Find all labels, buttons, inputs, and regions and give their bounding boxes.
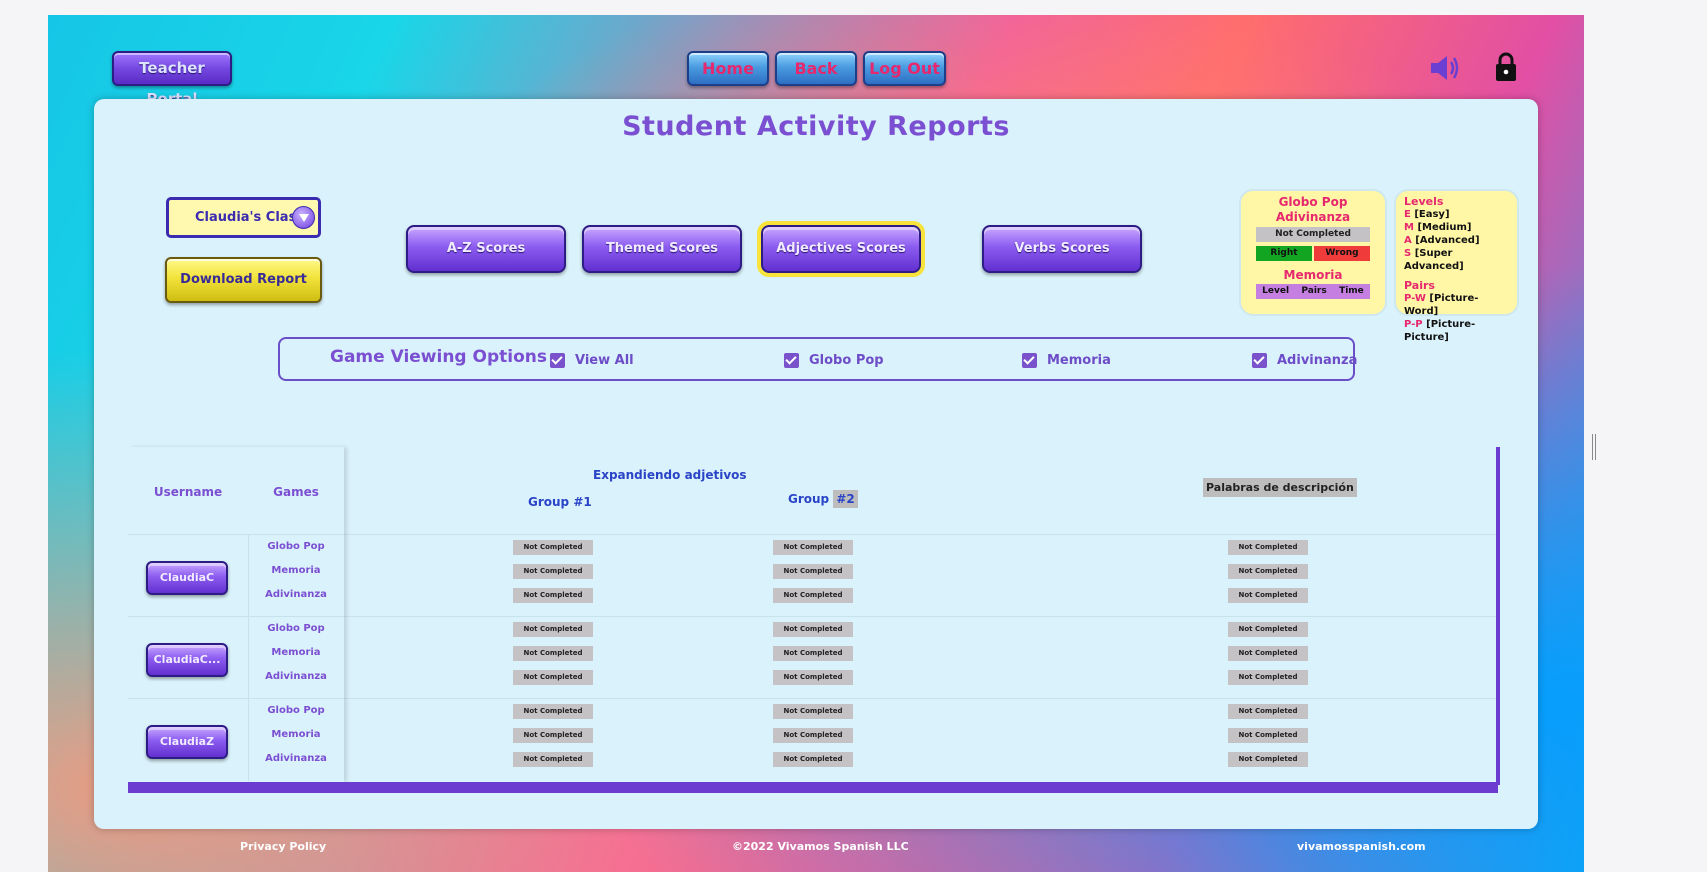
score-cell: Not Completed [1228, 564, 1308, 579]
home-button[interactable]: Home [687, 51, 769, 86]
legend-pairs: Pairs [1301, 286, 1327, 296]
level-item: E [Easy] [1404, 209, 1450, 220]
legend-adivinanza-title: Adivinanza [1275, 210, 1351, 224]
score-cell: Not Completed [773, 646, 853, 661]
back-button[interactable]: Back [775, 51, 857, 86]
legend-not-completed: Not Completed [1256, 227, 1370, 242]
score-cell: Not Completed [1228, 728, 1308, 743]
pairs-item: P-P [Picture-Picture] [1404, 319, 1476, 343]
fixed-columns: Username Games [128, 447, 344, 782]
checkbox-checked-icon[interactable] [550, 352, 565, 368]
score-cell: Not Completed [773, 670, 853, 685]
checkbox-checked-icon[interactable] [784, 352, 799, 368]
report-table: Expandiendo adjetivos Group #1 Group #2 … [128, 447, 1502, 793]
score-cell: Not Completed [513, 670, 593, 685]
class-select[interactable]: Claudia's Class [166, 197, 321, 238]
legend-right-wrong: Right Wrong [1256, 246, 1370, 261]
tab-themed-scores[interactable]: Themed Scores [582, 225, 742, 273]
score-cell: Not Completed [1228, 670, 1308, 685]
score-cell: Not Completed [1228, 588, 1308, 603]
legend-level-pairs-time: Level Pairs Time [1256, 284, 1370, 299]
horizontal-scrollbar[interactable] [128, 782, 1498, 793]
score-cell: Not Completed [513, 588, 593, 603]
score-cell: Not Completed [773, 622, 853, 637]
score-cell: Not Completed [513, 752, 593, 767]
score-cell: Not Completed [1228, 646, 1308, 661]
app-window: Teacher Portal Home Back Log Out Student… [48, 15, 1584, 872]
website-link[interactable]: vivamosspanish.com [1297, 840, 1426, 853]
viewing-options-title: Game Viewing Options [330, 347, 547, 367]
page-title: Student Activity Reports [622, 111, 1010, 142]
level-item: A [Advanced] [1404, 235, 1480, 246]
games-legend: Globo Pop Adivinanza Not Completed Right… [1239, 189, 1387, 316]
group-1-header: Group #1 [528, 495, 592, 509]
pairs-title: Pairs [1404, 279, 1435, 292]
level-item: S [Super Advanced] [1404, 248, 1464, 272]
legend-level: Level [1262, 286, 1290, 296]
level-item: M [Medium] [1404, 222, 1472, 233]
group-2-header: Group #2 [788, 490, 858, 508]
username-column-header: Username [153, 485, 223, 499]
option-label: Adivinanza [1277, 352, 1358, 368]
option-memoria[interactable]: Memoria [1022, 351, 1111, 369]
score-cell: Not Completed [1228, 704, 1308, 719]
score-cell: Not Completed [513, 646, 593, 661]
levels-title: Levels [1404, 195, 1444, 208]
tab-verbs-scores[interactable]: Verbs Scores [982, 225, 1142, 273]
score-cell: Not Completed [773, 564, 853, 579]
teacher-portal-button[interactable]: Teacher Portal [112, 51, 232, 108]
tab-adjectives-scores[interactable]: Adjectives Scores [757, 221, 925, 277]
score-cell: Not Completed [513, 622, 593, 637]
option-label: Memoria [1047, 352, 1111, 368]
game-viewing-options: Game Viewing Options View All Globo Pop … [278, 337, 1357, 381]
copyright-text: ©2022 Vivamos Spanish LLC [732, 840, 909, 853]
legend-wrong: Wrong [1314, 246, 1370, 261]
speaker-icon[interactable] [1429, 53, 1463, 83]
logout-button[interactable]: Log Out [863, 51, 946, 86]
score-cell: Not Completed [773, 728, 853, 743]
score-cell: Not Completed [773, 752, 853, 767]
score-cell: Not Completed [513, 728, 593, 743]
score-cell: Not Completed [1228, 752, 1308, 767]
pairs-item: P-W [Picture-Word] [1404, 293, 1479, 317]
option-label: Globo Pop [809, 352, 884, 368]
checkbox-checked-icon[interactable] [1022, 352, 1037, 368]
table-scroll-edge[interactable] [1496, 447, 1500, 785]
resize-handle-icon[interactable] [1592, 434, 1596, 460]
legend-time: Time [1339, 286, 1364, 296]
download-report-button[interactable]: Download Report [165, 257, 322, 303]
games-column-header: Games [273, 485, 319, 499]
score-cell: Not Completed [773, 704, 853, 719]
option-label: View All [575, 352, 634, 368]
score-cell: Not Completed [773, 588, 853, 603]
score-cell: Not Completed [513, 704, 593, 719]
class-select-label: Claudia's Class [195, 210, 305, 225]
checkbox-checked-icon[interactable] [1252, 352, 1267, 368]
legend-globo-title: Globo Pop [1278, 195, 1348, 209]
option-globo-pop[interactable]: Globo Pop [784, 351, 884, 369]
tab-az-scores[interactable]: A-Z Scores [406, 225, 566, 273]
score-cell: Not Completed [1228, 540, 1308, 555]
legend-memoria-title: Memoria [1283, 268, 1343, 282]
score-cell: Not Completed [513, 540, 593, 555]
option-adivinanza[interactable]: Adivinanza [1252, 351, 1357, 369]
option-view-all[interactable]: View All [550, 351, 634, 369]
chevron-down-icon[interactable] [292, 206, 315, 229]
score-cell: Not Completed [773, 540, 853, 555]
score-cell: Not Completed [1228, 622, 1308, 637]
group-set-title: Expandiendo adjetivos [593, 468, 747, 482]
score-cell: Not Completed [513, 564, 593, 579]
report-panel: Student Activity Reports Claudia's Class… [94, 99, 1538, 829]
palabras-header: Palabras de descripción [1203, 478, 1357, 497]
lock-icon[interactable] [1493, 51, 1519, 83]
levels-legend: Levels E [Easy] M [Medium] A [Advanced] … [1394, 189, 1519, 343]
legend-right: Right [1256, 246, 1312, 261]
privacy-policy-link[interactable]: Privacy Policy [240, 840, 326, 853]
